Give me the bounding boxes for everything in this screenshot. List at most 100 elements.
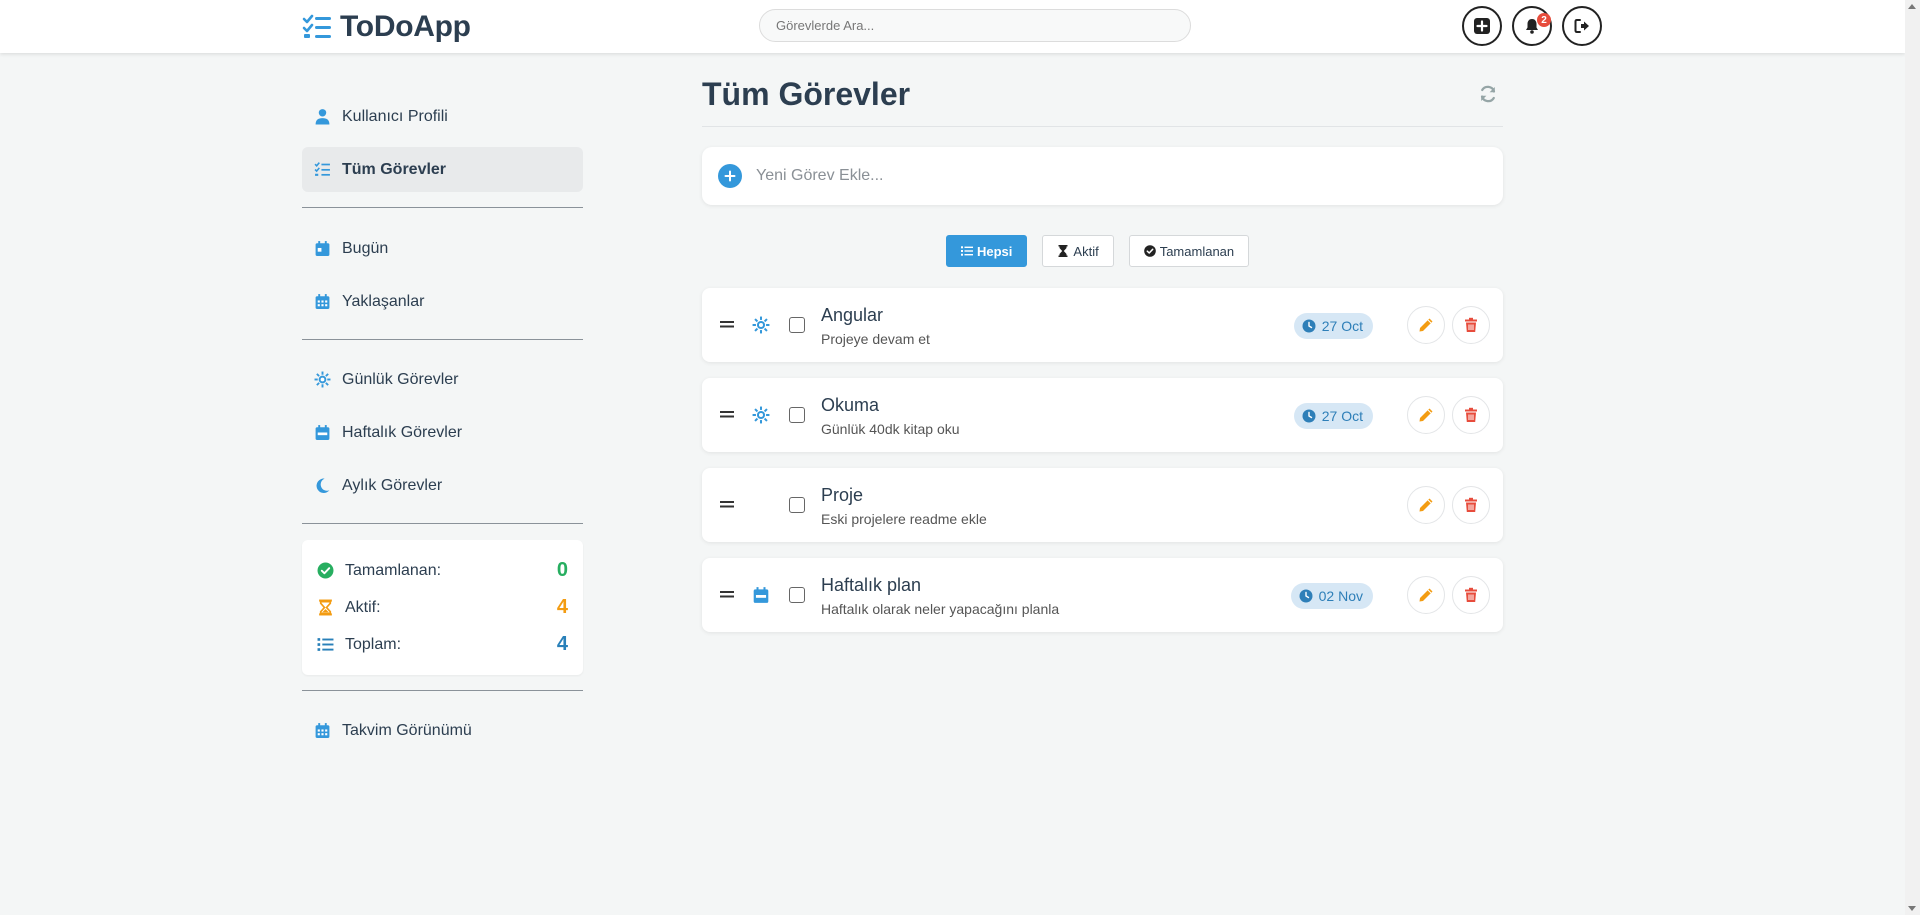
brand[interactable]: ToDoApp <box>302 10 471 44</box>
task-item[interactable]: Okuma Günlük 40dk kitap oku 27 Oct <box>702 378 1503 452</box>
stat-label: Aktif: <box>345 598 381 616</box>
stats-panel: Tamamlanan: 0 Aktif: 4 Toplam: 4 <box>302 540 583 675</box>
drag-handle-icon[interactable] <box>720 408 734 420</box>
calendar-week-icon <box>312 423 332 443</box>
task-description: Günlük 40dk kitap oku <box>821 421 960 437</box>
add-task-button[interactable] <box>1462 6 1502 46</box>
divider <box>302 690 583 691</box>
task-date: 02 Nov <box>1318 588 1363 604</box>
filter-active-button[interactable]: Aktif <box>1042 235 1114 267</box>
new-task-input[interactable] <box>756 167 1456 185</box>
trash-icon <box>1465 587 1477 602</box>
pencil-icon <box>1419 588 1433 602</box>
drag-handle-icon[interactable] <box>720 318 734 330</box>
sidebar-item-upcoming[interactable]: Yaklaşanlar <box>302 279 583 324</box>
scroll-up-icon[interactable] <box>1908 4 1916 9</box>
stat-active: Aktif: 4 <box>317 589 568 626</box>
sidebar-item-daily[interactable]: Günlük Görevler <box>302 357 583 402</box>
pencil-icon <box>1419 318 1433 332</box>
stat-completed: Tamamlanan: 0 <box>317 552 568 589</box>
task-title: Haftalık plan <box>821 575 922 595</box>
refresh-icon[interactable] <box>1478 84 1498 104</box>
check-circle-icon <box>317 562 337 579</box>
delete-button[interactable] <box>1452 396 1490 434</box>
sidebar-item-label: Yaklaşanlar <box>342 292 425 310</box>
task-title: Proje <box>821 485 864 505</box>
edit-button[interactable] <box>1407 486 1445 524</box>
check-circle-icon <box>1143 245 1156 257</box>
divider <box>302 207 583 208</box>
plus-square-icon <box>1474 18 1490 34</box>
sidebar-item-all-tasks[interactable]: Tüm Görevler <box>302 147 583 192</box>
divider <box>302 339 583 340</box>
filter-label: Hepsi <box>977 243 1013 259</box>
task-description: Projeye devam et <box>821 331 930 347</box>
stat-label: Toplam: <box>345 635 402 653</box>
divider <box>302 523 583 524</box>
task-date: 27 Oct <box>1321 318 1363 334</box>
notification-badge: 2 <box>1537 13 1551 27</box>
scrollbar[interactable] <box>1905 0 1920 915</box>
sun-icon <box>752 406 770 424</box>
hourglass-icon <box>1058 245 1068 257</box>
title-divider <box>702 126 1503 127</box>
add-task-box <box>702 147 1503 205</box>
task-title: Okuma <box>821 395 880 415</box>
task-checkbox[interactable] <box>789 317 805 333</box>
search-input[interactable] <box>759 9 1191 42</box>
delete-button[interactable] <box>1452 486 1490 524</box>
task-item[interactable]: Angular Projeye devam et 27 Oct <box>702 288 1503 362</box>
list-check-icon <box>312 160 332 180</box>
drag-handle-icon[interactable] <box>720 498 734 510</box>
app-name: ToDoApp <box>340 10 471 43</box>
calendar-week-icon <box>753 587 769 603</box>
clock-icon <box>1302 409 1316 423</box>
pencil-icon <box>1419 498 1433 512</box>
filter-all-button[interactable]: Hepsi <box>946 235 1028 267</box>
sidebar-item-monthly[interactable]: Aylık Görevler <box>302 463 583 508</box>
sidebar-item-label: Takvim Görünümü <box>342 721 472 739</box>
sidebar-item-weekly[interactable]: Haftalık Görevler <box>302 410 583 455</box>
stat-label: Tamamlanan: <box>345 561 442 579</box>
delete-button[interactable] <box>1452 306 1490 344</box>
plus-circle-icon[interactable] <box>718 164 742 188</box>
edit-button[interactable] <box>1407 306 1445 344</box>
sun-icon <box>312 370 332 390</box>
task-date: 27 Oct <box>1321 408 1363 424</box>
edit-button[interactable] <box>1407 576 1445 614</box>
sidebar: Kullanıcı Profili Tüm Görevler Bugün Yak… <box>302 94 583 753</box>
pencil-icon <box>1419 408 1433 422</box>
user-icon <box>312 107 332 127</box>
task-title: Angular <box>821 305 884 325</box>
filter-label: Aktif <box>1073 243 1099 259</box>
task-item[interactable]: Proje Eski projelere readme ekle <box>702 468 1503 542</box>
delete-button[interactable] <box>1452 576 1490 614</box>
sidebar-item-calendar-view[interactable]: Takvim Görünümü <box>302 708 583 753</box>
list-icon <box>961 246 973 256</box>
task-checkbox[interactable] <box>789 407 805 423</box>
clock-icon <box>1302 319 1316 333</box>
logout-button[interactable] <box>1562 6 1602 46</box>
task-checkbox[interactable] <box>789 587 805 603</box>
stat-value: 4 <box>556 633 568 655</box>
filter-group: Hepsi Aktif Tamamlanan <box>946 235 1250 267</box>
task-item[interactable]: Haftalık plan Haftalık olarak neler yapa… <box>702 558 1503 632</box>
sidebar-item-label: Haftalık Görevler <box>342 423 463 441</box>
sidebar-item-profile[interactable]: Kullanıcı Profili <box>302 94 583 139</box>
filter-completed-button[interactable]: Tamamlanan <box>1128 235 1250 267</box>
page-title: Tüm Görevler <box>702 76 911 112</box>
task-date-badge: 27 Oct <box>1293 313 1373 339</box>
stat-total: Toplam: 4 <box>317 626 568 663</box>
sidebar-item-today[interactable]: Bugün <box>302 226 583 271</box>
task-list: Angular Projeye devam et 27 Oct Okuma Gü… <box>702 288 1503 648</box>
notifications-button[interactable]: 2 <box>1512 6 1552 46</box>
sidebar-item-label: Bugün <box>342 239 389 257</box>
scroll-down-icon[interactable] <box>1908 906 1916 911</box>
drag-handle-icon[interactable] <box>720 588 734 600</box>
trash-icon <box>1465 317 1477 332</box>
calendar-icon <box>312 721 332 741</box>
edit-button[interactable] <box>1407 396 1445 434</box>
stat-value: 4 <box>556 596 568 618</box>
sun-icon <box>752 316 770 334</box>
task-checkbox[interactable] <box>789 497 805 513</box>
